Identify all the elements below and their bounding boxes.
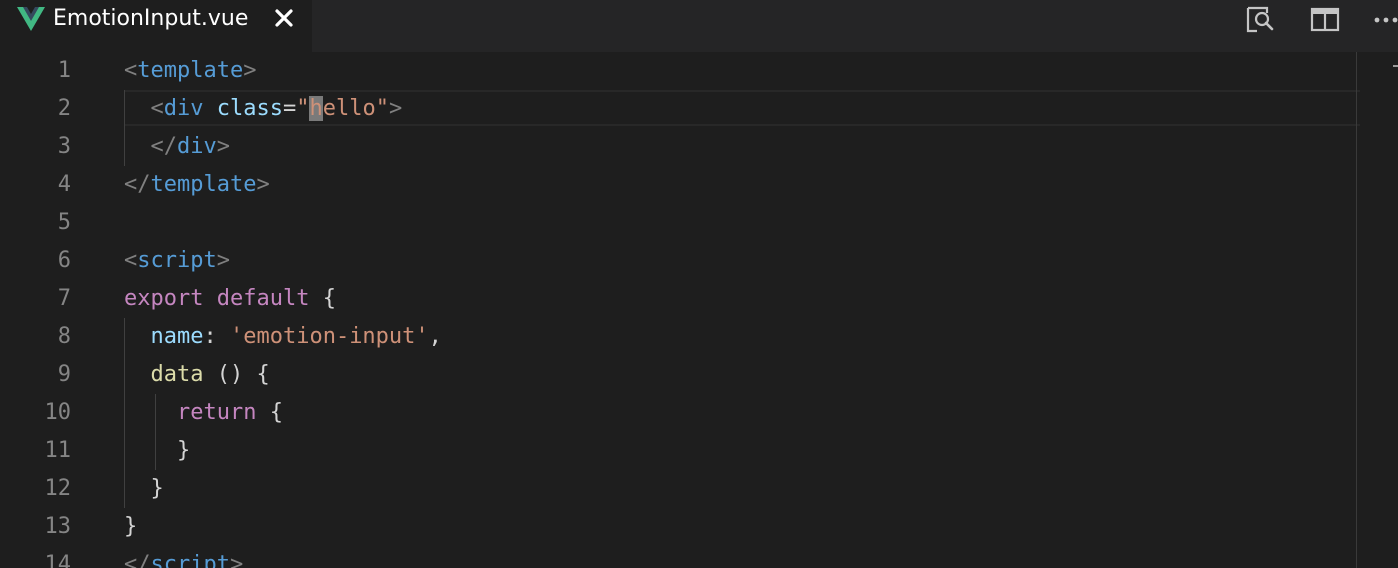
code-text: <div class="hello"> [124,90,402,128]
code-text: <script> [124,242,230,280]
tag-bracket: < [124,58,138,83]
tag-bracket: > [388,96,403,121]
vue-logo-icon [17,7,45,31]
line-number: 11 [44,438,72,463]
code-line: 7 export default { [0,280,1350,318]
comma: , [428,324,442,349]
code-text: data () { [124,356,270,394]
code-line: 13 } [0,508,1350,546]
property-name: name [150,324,204,349]
code-line: 2 <div class="hello"> [0,90,1350,128]
equals-sign: = [282,96,297,121]
more-actions-icon[interactable] [1372,4,1398,34]
open-preview-icon[interactable] [1245,4,1275,34]
code-line: 3 </div> [0,128,1350,166]
code-line: 10 return { [0,394,1350,432]
brace: } [124,514,138,539]
line-number: 6 [57,248,71,273]
brace: { [269,400,283,425]
line-number: 9 [57,362,71,387]
line-number: 5 [57,210,71,235]
brace: { [322,286,336,311]
code-text: } [124,432,190,470]
tab-title: EmotionInput.vue [53,6,249,31]
tag-bracket: < [150,96,164,121]
keyword: default [216,286,310,311]
code-line: 5 [0,204,1350,242]
code-text: </template> [124,166,270,204]
tag-name: div [177,134,217,159]
editor-ruler [1356,52,1357,568]
string-literal: 'emotion-input' [229,324,429,349]
text-cursor: h [309,96,323,121]
code-text: export default { [124,280,336,318]
tag-bracket: > [229,552,244,568]
tag-bracket: </ [150,134,178,159]
colon: : [203,324,217,349]
attribute-name: class [216,96,283,121]
tag-name: script [137,248,217,273]
code-text: name: 'emotion-input', [124,318,442,356]
code-line: 6 <script> [0,242,1350,280]
tag-bracket: < [124,248,138,273]
tab-bar: EmotionInput.vue [0,0,1398,52]
code-text: return { [124,394,283,432]
code-text: } [124,508,137,546]
code-text: <template> [124,52,256,90]
tag-bracket: > [216,134,230,159]
line-number: 13 [44,514,72,539]
tag-name: template [137,58,244,83]
tag-name: div [163,96,204,121]
code-line: 11 } [0,432,1350,470]
code-line: 4 </template> [0,166,1350,204]
attribute-value: ello [322,96,376,121]
line-number: 2 [57,96,71,121]
tag-bracket: > [216,248,230,273]
code-line: 1 <template> [0,52,1350,90]
line-number: 4 [57,172,71,197]
line-number: 12 [44,476,72,501]
editor-tab[interactable]: EmotionInput.vue [0,0,312,52]
parentheses: () [216,362,244,387]
tag-name: template [150,172,257,197]
close-icon[interactable] [272,6,296,30]
code-line: 8 name: 'emotion-input', [0,318,1350,356]
brace: } [150,476,164,501]
tag-bracket: </ [124,172,151,197]
tag-name: script [150,552,230,568]
code-text: </script> [124,546,243,568]
line-number: 8 [57,324,71,349]
code-line: 12 } [0,470,1350,508]
brace: } [176,438,191,463]
overview-ruler-mark [1393,65,1398,67]
line-number: 3 [57,134,71,159]
string-quote: " [375,96,389,121]
code-line: 14 </script> [0,546,1350,568]
tag-bracket: > [243,58,257,83]
keyword: return [176,400,257,425]
code-text: </div> [124,128,231,166]
split-editor-icon[interactable] [1310,4,1340,34]
function-name: data [150,362,204,387]
code-editor[interactable]: 1 <template> 2 <div class="hello"> 3 </d… [0,52,1398,568]
code-text: } [124,470,164,508]
code-line: 9 data () { [0,356,1350,394]
string-quote: " [296,96,310,121]
line-number: 10 [44,400,72,425]
line-number: 7 [57,286,71,311]
tag-bracket: > [256,172,270,197]
line-number: 1 [57,58,71,83]
line-number: 14 [44,552,72,568]
keyword: export [124,286,204,311]
brace: { [256,362,270,387]
tag-bracket: </ [124,552,151,568]
